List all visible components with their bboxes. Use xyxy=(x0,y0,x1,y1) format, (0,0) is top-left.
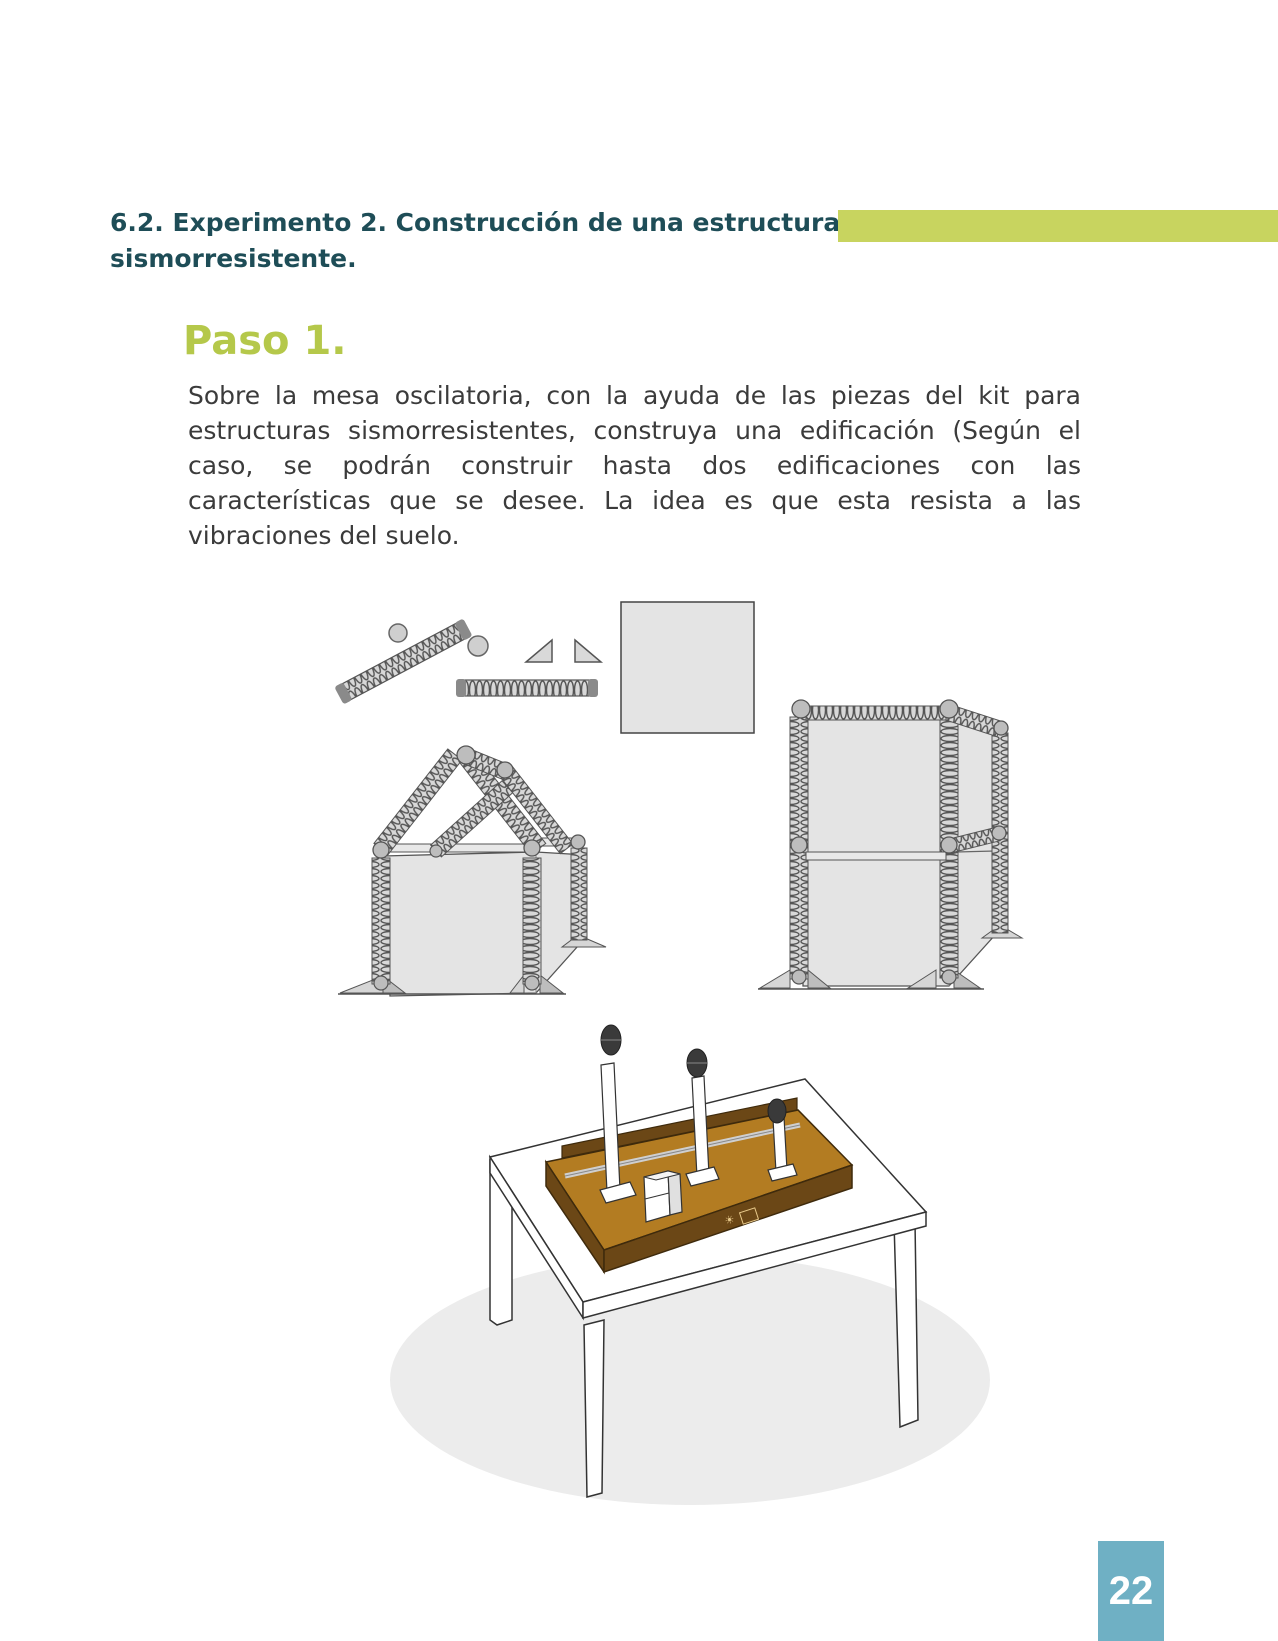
step-body-text: Sobre la mesa oscilatoria, con la ayuda … xyxy=(188,381,1081,550)
sphere-connector-1 xyxy=(388,623,408,643)
page-number: 22 xyxy=(1098,1541,1164,1641)
shake-table-on-desk: ☀ xyxy=(390,1024,990,1505)
two-story-building xyxy=(758,699,1024,990)
kit-parts xyxy=(335,601,755,734)
spring-element-horizontal xyxy=(456,679,598,697)
triangle-base-1 xyxy=(523,638,553,663)
triangle-base-2 xyxy=(574,638,604,663)
step-title: Paso 1. xyxy=(183,318,347,364)
heading-accent-bar xyxy=(838,210,1278,242)
kit-illustration: ☀ xyxy=(335,601,1024,1505)
square-panel xyxy=(620,601,755,734)
sphere-connector-2 xyxy=(467,635,489,657)
gable-roof-building xyxy=(338,745,607,997)
section-heading: 6.2. Experimento 2. Construcción de una … xyxy=(110,208,841,273)
